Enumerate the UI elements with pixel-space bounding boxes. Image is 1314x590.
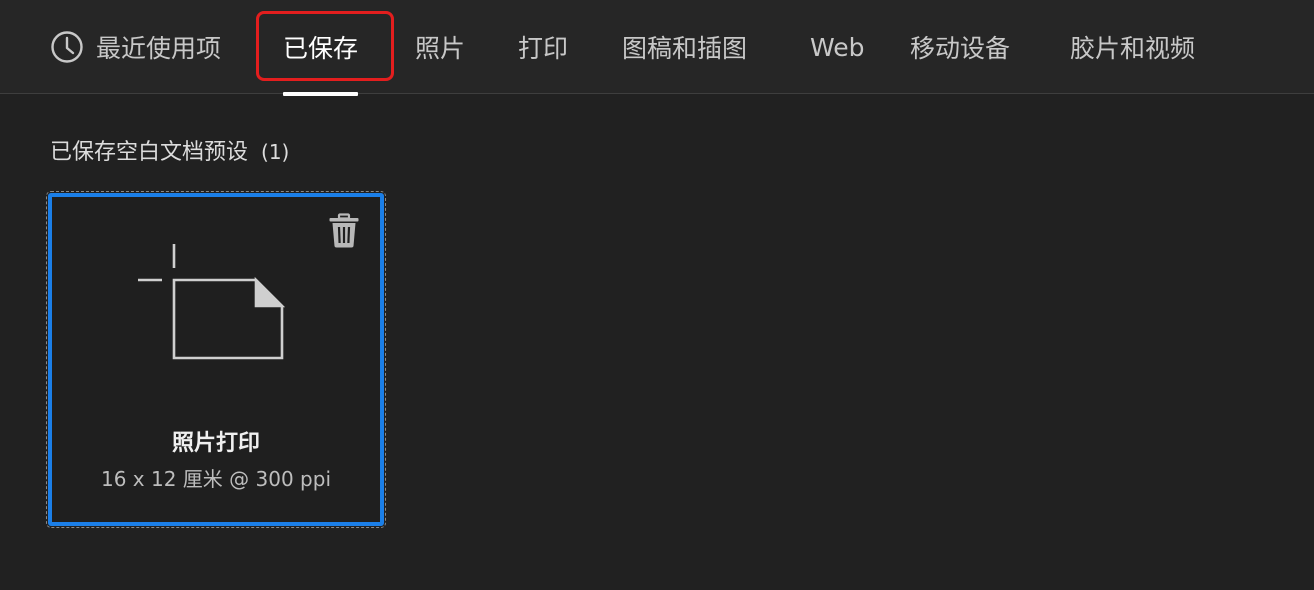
tab-print-label: 打印 (518, 34, 569, 63)
tab-photo[interactable]: 照片 (415, 0, 465, 94)
tab-photo-label: 照片 (415, 34, 466, 63)
tab-film-video[interactable]: 胶片和视频 (1070, 0, 1195, 94)
preset-name: 照片打印 (171, 431, 260, 456)
blank-document-icon (138, 244, 286, 360)
tab-web[interactable]: Web (810, 0, 865, 94)
section-count: (1) (261, 140, 290, 164)
tab-mobile[interactable]: 移动设备 (910, 0, 1010, 94)
preset-size: 16 x 12 厘米 @ 300 ppi (101, 467, 331, 491)
preset-card[interactable]: 照片打印 16 x 12 厘米 @ 300 ppi (46, 191, 386, 528)
tab-film-video-label: 胶片和视频 (1070, 34, 1196, 63)
tab-mobile-label: 移动设备 (910, 34, 1011, 63)
clock-icon (51, 31, 83, 63)
tab-web-label: Web (810, 32, 865, 62)
tab-art-illustration[interactable]: 图稿和插图 (622, 0, 747, 94)
active-tab-indicator (283, 92, 359, 96)
tab-recent-label: 最近使用项 (96, 34, 222, 63)
tab-art-illustration-label: 图稿和插图 (622, 34, 748, 63)
tab-print[interactable]: 打印 (518, 0, 568, 94)
section-title: 已保存空白文档预设 (1) (50, 134, 289, 166)
tab-saved[interactable]: 已保存 (283, 0, 359, 96)
tab-recent[interactable]: 最近使用项 (50, 0, 221, 94)
tab-saved-label: 已保存 (283, 34, 359, 63)
trash-icon[interactable] (328, 213, 360, 249)
preset-tab-bar: 最近使用项 已保存 照片 打印 图稿和插图 Web 移动设备 胶片和视频 (0, 0, 1314, 96)
section-title-text: 已保存空白文档预设 (50, 140, 249, 165)
